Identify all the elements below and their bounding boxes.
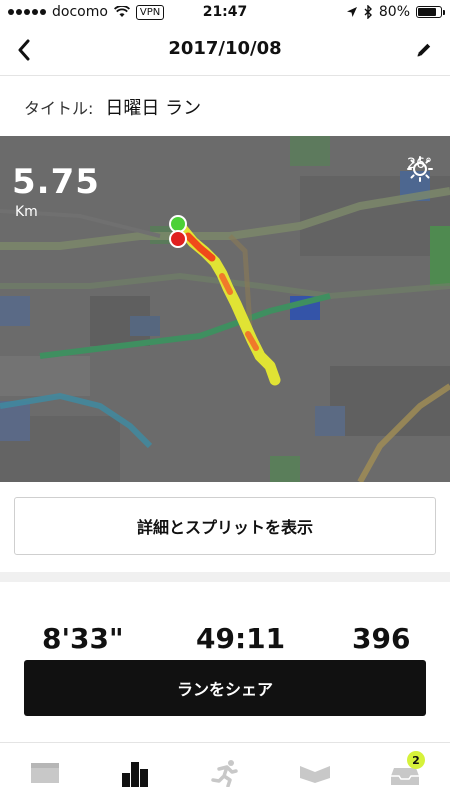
club-icon <box>300 766 330 783</box>
run-distance: 5.75 <box>12 162 100 202</box>
route-map[interactable]: 5.75 Km 26° <box>0 136 450 482</box>
tab-bar: 2 <box>0 742 450 800</box>
location-arrow-icon <box>346 7 357 17</box>
route-end-marker <box>169 230 187 248</box>
share-run-button[interactable]: ランをシェア <box>24 660 426 716</box>
weather: 26° <box>407 156 434 182</box>
battery-percent: 80% <box>378 4 410 20</box>
edit-button[interactable] <box>410 36 438 64</box>
navigation-bar: 2017/10/08 <box>0 24 450 76</box>
battery-icon <box>416 6 445 18</box>
tab-clubs[interactable] <box>285 753 345 793</box>
run-stats: 8'33" 49:11 396 <box>0 616 450 656</box>
run-title-value: 日曜日 ラン <box>105 98 202 119</box>
status-bar: docomo VPN 21:47 80% <box>0 0 450 24</box>
route-start-marker <box>169 215 187 233</box>
run-title-label: タイトル: <box>24 99 94 118</box>
details-splits-button[interactable]: 詳細とスプリットを表示 <box>14 497 436 555</box>
feed-icon <box>31 763 59 783</box>
distance-unit: Km <box>15 204 38 220</box>
runner-icon <box>211 760 238 787</box>
run-title-row[interactable]: タイトル: 日曜日 ラン <box>0 78 450 136</box>
bluetooth-icon <box>364 5 372 19</box>
tab-run[interactable] <box>195 753 255 793</box>
stat-time: 49:11 <box>196 622 286 655</box>
sun-icon <box>407 156 434 182</box>
tab-feed[interactable] <box>15 753 75 793</box>
tab-inbox[interactable]: 2 <box>375 751 435 793</box>
status-right: 80% <box>346 4 445 20</box>
page-title: 2017/10/08 <box>168 38 282 59</box>
stat-calories: 396 <box>352 622 411 655</box>
stat-pace: 8'33" <box>42 622 124 655</box>
inbox-badge: 2 <box>407 751 425 769</box>
tab-activity[interactable] <box>105 753 165 793</box>
section-divider <box>0 572 450 582</box>
pencil-icon <box>417 43 431 57</box>
activity-bars-icon <box>122 762 148 787</box>
